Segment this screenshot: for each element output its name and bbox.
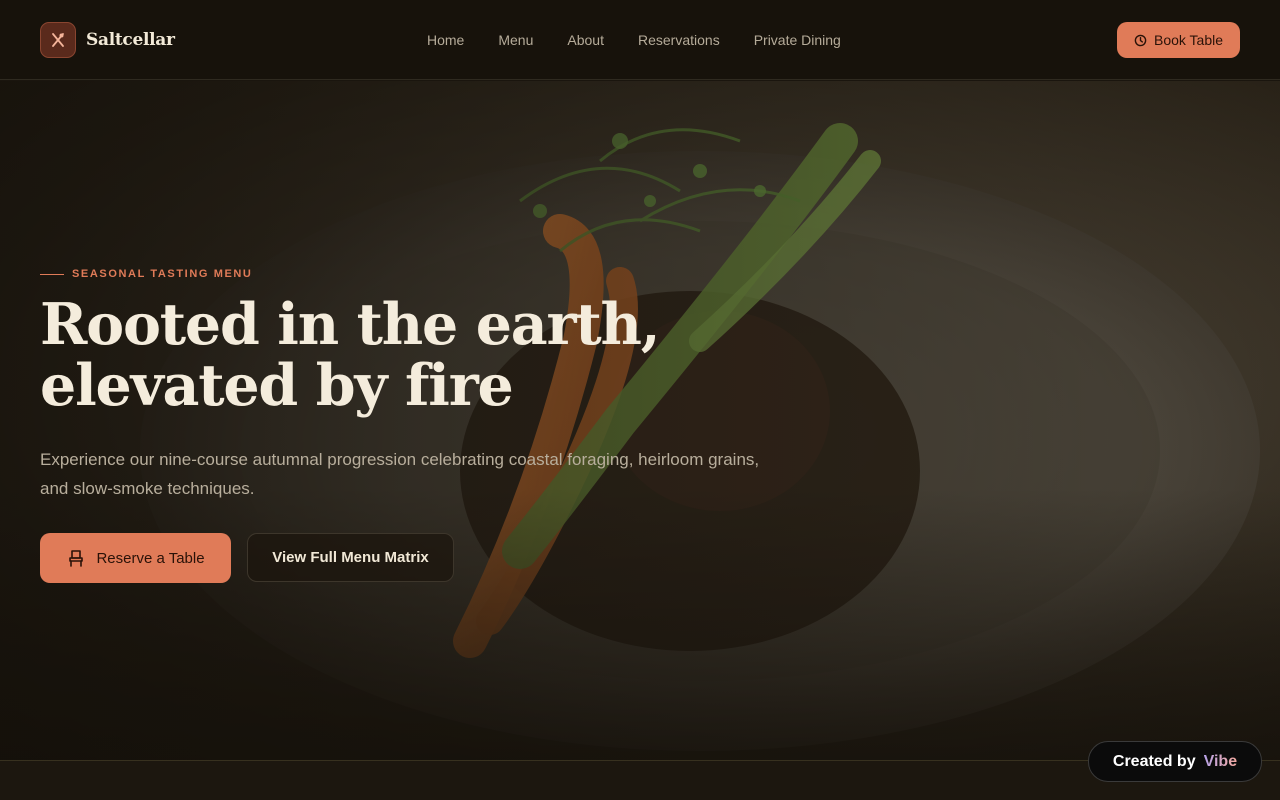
hero-section: SEASONAL TASTING MENU Rooted in the eart…	[0, 81, 1280, 760]
brand[interactable]: Saltcellar	[40, 22, 175, 58]
clock-icon	[1134, 34, 1147, 46]
chair-icon	[69, 550, 84, 567]
nav-menu[interactable]: Menu	[498, 31, 533, 49]
hero-title-line-2: elevated by fire	[40, 352, 514, 419]
badge-brand: Vibe	[1203, 752, 1238, 770]
view-menu-matrix-button[interactable]: View Full Menu Matrix	[247, 533, 454, 582]
hero-description: Experience our nine-course autumnal prog…	[40, 450, 760, 498]
book-table-button[interactable]: Book Table	[1117, 22, 1240, 58]
nav-private-dining[interactable]: Private Dining	[754, 31, 841, 49]
book-table-label: Book Table	[1153, 32, 1223, 48]
hero-eyebrow: SEASONAL TASTING MENU	[40, 268, 252, 280]
hero-title-line-1: Rooted in the earth,	[40, 291, 661, 358]
created-by-badge[interactable]: Created by Vibe	[1088, 741, 1262, 782]
nav-home[interactable]: Home	[427, 31, 464, 49]
brand-name: Saltcellar	[86, 30, 175, 50]
hero-title: Rooted in the earth, elevated by fire	[40, 294, 740, 416]
site-header: Saltcellar Home Menu About Reservations …	[0, 0, 1280, 80]
eyebrow-divider	[40, 273, 64, 275]
main-nav: Home Menu About Reservations Private Din…	[427, 31, 841, 49]
badge-prefix: Created by	[1112, 752, 1196, 770]
reserve-table-button[interactable]: Reserve a Table	[40, 533, 231, 583]
eyebrow-text: SEASONAL TASTING MENU	[72, 268, 253, 280]
nav-reservations[interactable]: Reservations	[638, 31, 720, 49]
utensils-icon	[40, 22, 76, 58]
reserve-table-label: Reserve a Table	[96, 549, 205, 567]
hero-overlay	[0, 81, 1280, 760]
nav-about[interactable]: About	[567, 31, 604, 49]
